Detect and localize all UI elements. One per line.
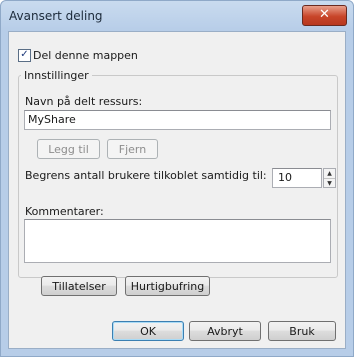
share-folder-checkbox[interactable]: ✓ — [18, 49, 31, 62]
spin-up-icon[interactable]: ▲ — [324, 169, 335, 179]
spin-down-icon[interactable]: ▼ — [324, 179, 335, 188]
comments-label: Kommentarer: — [25, 205, 104, 218]
window-title: Avansert deling — [9, 9, 103, 23]
caching-button[interactable]: Hurtigbufring — [125, 276, 210, 296]
share-name-field[interactable]: MyShare — [24, 110, 331, 130]
ok-button[interactable]: OK — [112, 321, 184, 341]
dialog-body: ✓ Del denne mappen Innstillinger Navn på… — [8, 31, 346, 349]
user-limit-value: 10 — [278, 171, 292, 184]
user-limit-field[interactable]: 10 — [272, 168, 322, 188]
share-name-value: MyShare — [28, 113, 76, 126]
cancel-button[interactable]: Avbryt — [189, 321, 261, 341]
remove-share-button[interactable]: Fjern — [107, 139, 158, 159]
user-limit-label: Begrens antall brukere tilkoblet samtidi… — [25, 169, 267, 182]
settings-group-legend: Innstillinger — [21, 69, 92, 82]
checkmark-icon: ✓ — [20, 49, 29, 60]
share-folder-label[interactable]: Del denne mappen — [33, 49, 138, 62]
close-icon: ✕ — [319, 7, 330, 22]
apply-button[interactable]: Bruk — [268, 321, 336, 341]
share-name-label: Navn på delt ressurs: — [25, 95, 143, 108]
comments-field[interactable] — [24, 219, 331, 263]
add-share-button[interactable]: Legg til — [37, 139, 100, 159]
dialog-window: Avansert deling ✕ ✓ Del denne mappen Inn… — [0, 0, 354, 357]
close-button[interactable]: ✕ — [302, 5, 347, 26]
permissions-button[interactable]: Tillatelser — [41, 276, 117, 296]
user-limit-spinner[interactable]: ▲ ▼ — [323, 168, 336, 188]
